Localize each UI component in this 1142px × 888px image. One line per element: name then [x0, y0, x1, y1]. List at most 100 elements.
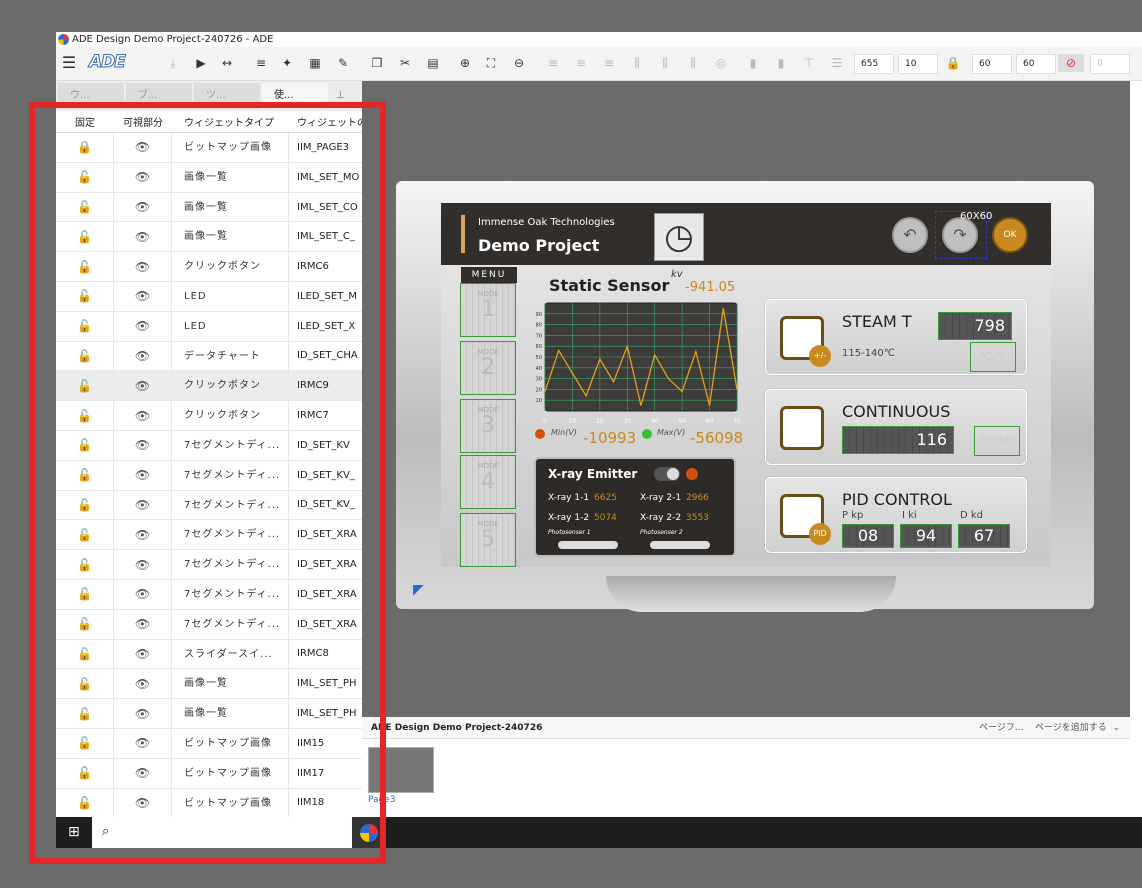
pid-title: PID CONTROL	[842, 490, 952, 509]
xray-led-icon	[686, 468, 698, 480]
chart-y-tick-label: 60	[536, 344, 542, 350]
steam-range: 115-140℃	[842, 348, 896, 359]
same-height-icon[interactable]: ☰	[828, 54, 846, 72]
preview-icon[interactable]: ▶	[192, 54, 210, 72]
steam-value-display[interactable]: 798	[938, 312, 1012, 340]
pid-graph-icon: PID	[780, 494, 831, 545]
xray-2-1-value: 2966	[686, 493, 709, 503]
align-right-icon[interactable]: ≡	[600, 54, 618, 72]
plugin-icon[interactable]: ✦	[278, 54, 296, 72]
mode-button-3[interactable]: MODE 3	[460, 399, 516, 453]
chart-y-tick-label: 30	[536, 377, 542, 383]
xray-2-2-label: X-ray 2-2	[640, 513, 682, 523]
rotation-field[interactable]: 0	[1090, 54, 1130, 74]
align-middle-icon[interactable]: ⫼	[656, 54, 674, 72]
hmi-header: Immense Oak Technologies Demo Project ◷ …	[441, 203, 1051, 265]
align-bottom-icon[interactable]: ⫼	[684, 54, 702, 72]
mode-number: 1	[481, 297, 495, 322]
device-logo-icon: ◤	[413, 582, 424, 598]
pages-actions: ページフ... ページを追加する ⌄	[979, 723, 1120, 733]
zoom-out-icon[interactable]: ⊖	[510, 54, 528, 72]
same-width-icon[interactable]: ⊤	[800, 54, 818, 72]
link-ratio-icon[interactable]: ⊘	[1058, 54, 1084, 72]
mode-button-5[interactable]: MODE 5	[460, 513, 516, 567]
chart-y-tick-label: 90	[536, 312, 542, 318]
pid-card: PID PID CONTROL P kp I ki D kd 08 94 67	[765, 477, 1027, 553]
chart-x-tick-label: 10	[569, 418, 577, 425]
paste-icon[interactable]: ▤	[424, 54, 442, 72]
chart-x-tick-label: 30	[623, 418, 631, 425]
xray-toggle[interactable]	[654, 467, 680, 481]
pid-i-value[interactable]: 94	[900, 524, 952, 548]
mode-button-2[interactable]: MODE 2	[460, 341, 516, 395]
wrench-icon[interactable]: ✎	[334, 54, 352, 72]
xray-title: X-ray Emitter	[548, 467, 638, 481]
cut-icon[interactable]: ✂	[396, 54, 414, 72]
continuous-card: CONTINUOUS 116 CC/ML	[765, 389, 1027, 465]
ok-button[interactable]: OK	[992, 217, 1028, 253]
static-sensor-value: -941.05	[685, 280, 736, 295]
min-led-icon	[535, 429, 545, 439]
photosensor-2-label: Photosenser 2	[640, 529, 683, 536]
page-filter-button[interactable]: ページフ...	[979, 723, 1023, 733]
pid-d-value[interactable]: 67	[958, 524, 1010, 548]
copy-icon[interactable]: ❐	[368, 54, 386, 72]
mode-number: 5	[481, 527, 495, 552]
hamburger-menu-icon[interactable]: ☰	[60, 54, 78, 72]
mode-button-4[interactable]: MODE 4	[460, 455, 516, 509]
mode-number: 3	[481, 413, 495, 438]
pages-project-title: ADE Design Demo Project-240726	[371, 723, 543, 733]
zoom-in-icon[interactable]: ⊕	[456, 54, 474, 72]
steam-unit-toggle[interactable]: ℃/℉	[970, 342, 1016, 372]
selection-size-label: 60X60	[960, 211, 993, 222]
static-sensor-unit: kv	[671, 269, 683, 280]
pid-p-value[interactable]: 08	[842, 524, 894, 548]
continuous-value-display[interactable]: 116	[842, 426, 954, 454]
mode-number: 2	[481, 355, 495, 380]
steam-title: STEAM T	[842, 312, 912, 331]
distribute-v-icon[interactable]: ▮	[772, 54, 790, 72]
xray-2-1-label: X-ray 2-1	[640, 493, 682, 503]
thermometer-icon: +/-	[780, 316, 831, 367]
back-button[interactable]: ↶	[892, 217, 928, 253]
pages-bar: ADE Design Demo Project-240726 ページフ... ペ…	[362, 717, 1130, 739]
fit-icon[interactable]: ⛶	[482, 54, 500, 72]
plus-minus-badge: +/-	[809, 345, 831, 367]
max-label: Max(V)	[657, 428, 686, 437]
highlight-annotation	[29, 102, 386, 864]
device-stand	[606, 576, 896, 612]
hmi-screen: Immense Oak Technologies Demo Project ◷ …	[441, 203, 1051, 567]
widgets-icon[interactable]: ▦	[306, 54, 324, 72]
distribute-h-icon[interactable]: ▮	[744, 54, 762, 72]
min-value: -10993	[583, 429, 637, 447]
y-position-field[interactable]: 10	[898, 54, 938, 74]
chart-y-tick-label: 10	[536, 398, 542, 404]
mode-button-1[interactable]: MODE 1	[460, 283, 516, 337]
window-title: ADE Design Demo Project-240726 - ADE	[72, 34, 274, 45]
align-center-icon[interactable]: ≡	[572, 54, 590, 72]
height-field[interactable]: 60	[1016, 54, 1056, 74]
xray-1-1-label: X-ray 1-1	[548, 493, 590, 503]
chart-x-tick-label: 70	[733, 418, 741, 425]
align-left-icon[interactable]: ≡	[544, 54, 562, 72]
width-field[interactable]: 60	[972, 54, 1012, 74]
clock-icon[interactable]: ◷	[654, 213, 704, 261]
pid-p-label: P kp	[842, 510, 864, 521]
lock-icon[interactable]: 🔒	[944, 54, 962, 72]
menu-label: MENU	[461, 267, 517, 283]
align-top-icon[interactable]: ⫼	[628, 54, 646, 72]
app-logo-icon	[58, 34, 69, 45]
window-title-bar: ADE Design Demo Project-240726 - ADE	[56, 32, 1142, 47]
sensor-line-chart[interactable]: 0 10 20 30 40 50 60 70 10 20 30 40 50 60 70 80 90	[529, 297, 743, 427]
xray-1-2-value: 5074	[594, 513, 617, 523]
code-icon[interactable]: ↔	[218, 54, 236, 72]
database-icon[interactable]: ≡	[252, 54, 270, 72]
add-page-button[interactable]: ページを追加する	[1035, 723, 1107, 733]
x-position-field[interactable]: 655	[854, 54, 894, 74]
chart-x-tick-label: 50	[678, 418, 686, 425]
center-icon[interactable]: ◎	[712, 54, 730, 72]
continuous-unit-toggle[interactable]: CC/ML	[974, 426, 1020, 456]
xray-2-2-value: 3553	[686, 513, 709, 523]
photosensor-1-label: Photosenser 1	[548, 529, 591, 536]
download-icon[interactable]: ⤓	[164, 54, 182, 72]
